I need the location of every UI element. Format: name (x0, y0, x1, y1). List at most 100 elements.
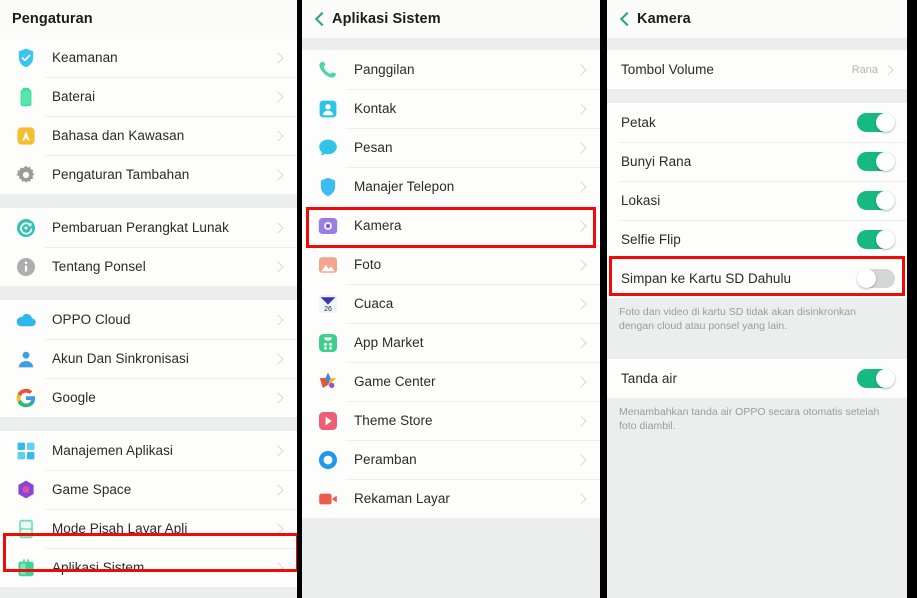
list-item-label: Foto (354, 257, 382, 272)
list-item-label: Theme Store (354, 413, 433, 428)
gear-icon (14, 163, 38, 187)
weather-icon: 26 (316, 292, 340, 316)
chevron-right-icon (577, 181, 588, 192)
sidebar-item-bahasa-dan-kawasan[interactable]: Bahasa dan Kawasan (0, 116, 297, 155)
settings-group-4: Manajemen Aplikasi Game Space Mode Pisah… (0, 431, 297, 587)
sidebar-item-keamanan[interactable]: Keamanan (0, 38, 297, 77)
toggle-bunyi-rana[interactable] (857, 152, 895, 171)
sidebar-item-label: Google (52, 390, 96, 405)
sidebar-item-label: Aplikasi Sistem (52, 560, 145, 575)
toggle-lokasi[interactable] (857, 191, 895, 210)
chevron-right-icon (274, 353, 285, 364)
toggle-petak[interactable] (857, 113, 895, 132)
list-item-label: Kontak (354, 101, 397, 116)
list-item-game-center[interactable]: Game Center (302, 362, 600, 401)
sidebar-item-label: Bahasa dan Kawasan (52, 128, 185, 143)
account-sync-icon (14, 347, 38, 371)
row-label: Petak (621, 115, 656, 130)
list-item-app-market[interactable]: App Market (302, 323, 600, 362)
row-tombol-volume[interactable]: Tombol Volume Rana (607, 50, 907, 89)
list-item-panggilan[interactable]: Panggilan (302, 50, 600, 89)
row-label: Tombol Volume (621, 62, 714, 77)
row-label: Bunyi Rana (621, 154, 692, 169)
bottom-spacer (0, 587, 297, 598)
sidebar-item-google[interactable]: Google (0, 378, 297, 417)
settings-header: Pengaturan (0, 0, 297, 38)
section-divider (607, 38, 907, 50)
sidebar-item-akun-dan-sinkronisasi[interactable]: Akun Dan Sinkronisasi (0, 339, 297, 378)
sidebar-item-label: Mode Pisah Layar Apli (52, 521, 188, 536)
row-selfie-flip[interactable]: Selfie Flip (607, 220, 907, 259)
chevron-right-icon (274, 130, 285, 141)
chevron-right-icon (274, 91, 285, 102)
chevron-right-icon (577, 376, 588, 387)
row-simpan-ke-kartu-sd-dahulu[interactable]: Simpan ke Kartu SD Dahulu (607, 259, 907, 298)
list-item-manajer-telepon[interactable]: Manajer Telepon (302, 167, 600, 206)
sidebar-item-pembaruan-perangkat-lunak[interactable]: Pembaruan Perangkat Lunak (0, 208, 297, 247)
camera-header: Kamera (607, 0, 907, 38)
list-item-rekaman-layar[interactable]: Rekaman Layar (302, 479, 600, 518)
settings-scroll[interactable]: Pengaturan Keamanan Baterai Bahasa dan K… (0, 0, 297, 598)
row-tanda-air[interactable]: Tanda air (607, 359, 907, 398)
toggle-simpan-ke-kartu-sd[interactable] (857, 269, 895, 288)
back-icon[interactable] (619, 13, 631, 25)
camera-scroll[interactable]: Kamera Tombol Volume Rana Petak Bunyi Ra… (607, 0, 907, 598)
list-item-peramban[interactable]: Peramban (302, 440, 600, 479)
camera-toggles-group: Petak Bunyi Rana Lokasi Selfie Flip Simp… (607, 103, 907, 298)
sidebar-item-pengaturan-tambahan[interactable]: Pengaturan Tambahan (0, 155, 297, 194)
sidebar-item-mode-pisah-layar-apli[interactable]: Mode Pisah Layar Apli (0, 509, 297, 548)
three-panel-screenshot: Pengaturan Keamanan Baterai Bahasa dan K… (0, 0, 917, 598)
camera-settings-panel: Kamera Tombol Volume Rana Petak Bunyi Ra… (605, 0, 907, 598)
chevron-right-icon (577, 220, 588, 231)
list-item-cuaca[interactable]: 26 Cuaca (302, 284, 600, 323)
list-item-kamera[interactable]: Kamera (302, 206, 600, 245)
app-management-icon (14, 439, 38, 463)
section-divider (607, 89, 907, 103)
section-divider (0, 194, 297, 208)
system-apps-scroll[interactable]: Aplikasi Sistem Panggilan Kontak Pesan M… (302, 0, 600, 598)
sidebar-item-tentang-ponsel[interactable]: Tentang Ponsel (0, 247, 297, 286)
row-bunyi-rana[interactable]: Bunyi Rana (607, 142, 907, 181)
camera-watermark-group: Tanda air (607, 359, 907, 398)
chevron-right-icon (274, 169, 285, 180)
chevron-right-icon (274, 445, 285, 456)
software-update-icon (14, 216, 38, 240)
row-label: Tanda air (621, 371, 677, 386)
back-icon[interactable] (314, 13, 326, 25)
list-item-pesan[interactable]: Pesan (302, 128, 600, 167)
sidebar-item-label: Keamanan (52, 50, 118, 65)
chevron-right-icon (274, 484, 285, 495)
phone-manager-icon (316, 175, 340, 199)
list-item-label: Cuaca (354, 296, 394, 311)
section-divider (0, 286, 297, 300)
list-item-theme-store[interactable]: Theme Store (302, 401, 600, 440)
row-lokasi[interactable]: Lokasi (607, 181, 907, 220)
toggle-selfie-flip[interactable] (857, 230, 895, 249)
page-title: Aplikasi Sistem (332, 11, 441, 27)
sidebar-item-baterai[interactable]: Baterai (0, 77, 297, 116)
contacts-icon (316, 97, 340, 121)
chevron-right-icon (274, 523, 285, 534)
system-apps-panel: Aplikasi Sistem Panggilan Kontak Pesan M… (302, 0, 605, 598)
settings-panel: Pengaturan Keamanan Baterai Bahasa dan K… (0, 0, 302, 598)
page-title: Pengaturan (12, 11, 93, 27)
theme-store-icon (316, 409, 340, 433)
sidebar-item-aplikasi-sistem[interactable]: Aplikasi Sistem (0, 548, 297, 587)
list-item-label: Game Center (354, 374, 436, 389)
sidebar-item-manajemen-aplikasi[interactable]: Manajemen Aplikasi (0, 431, 297, 470)
sidebar-item-oppo-cloud[interactable]: OPPO Cloud (0, 300, 297, 339)
section-divider (0, 417, 297, 431)
screen-recorder-icon (316, 487, 340, 511)
sd-card-description: Foto dan video di kartu SD tidak akan di… (607, 298, 907, 345)
chevron-right-icon (577, 493, 588, 504)
game-center-icon (316, 370, 340, 394)
toggle-tanda-air[interactable] (857, 369, 895, 388)
row-petak[interactable]: Petak (607, 103, 907, 142)
app-market-icon (316, 331, 340, 355)
list-item-foto[interactable]: Foto (302, 245, 600, 284)
list-item-kontak[interactable]: Kontak (302, 89, 600, 128)
sidebar-item-label: Baterai (52, 89, 96, 104)
system-apps-group: Panggilan Kontak Pesan Manajer Telepon K… (302, 50, 600, 518)
message-icon (316, 136, 340, 160)
sidebar-item-game-space[interactable]: Game Space (0, 470, 297, 509)
